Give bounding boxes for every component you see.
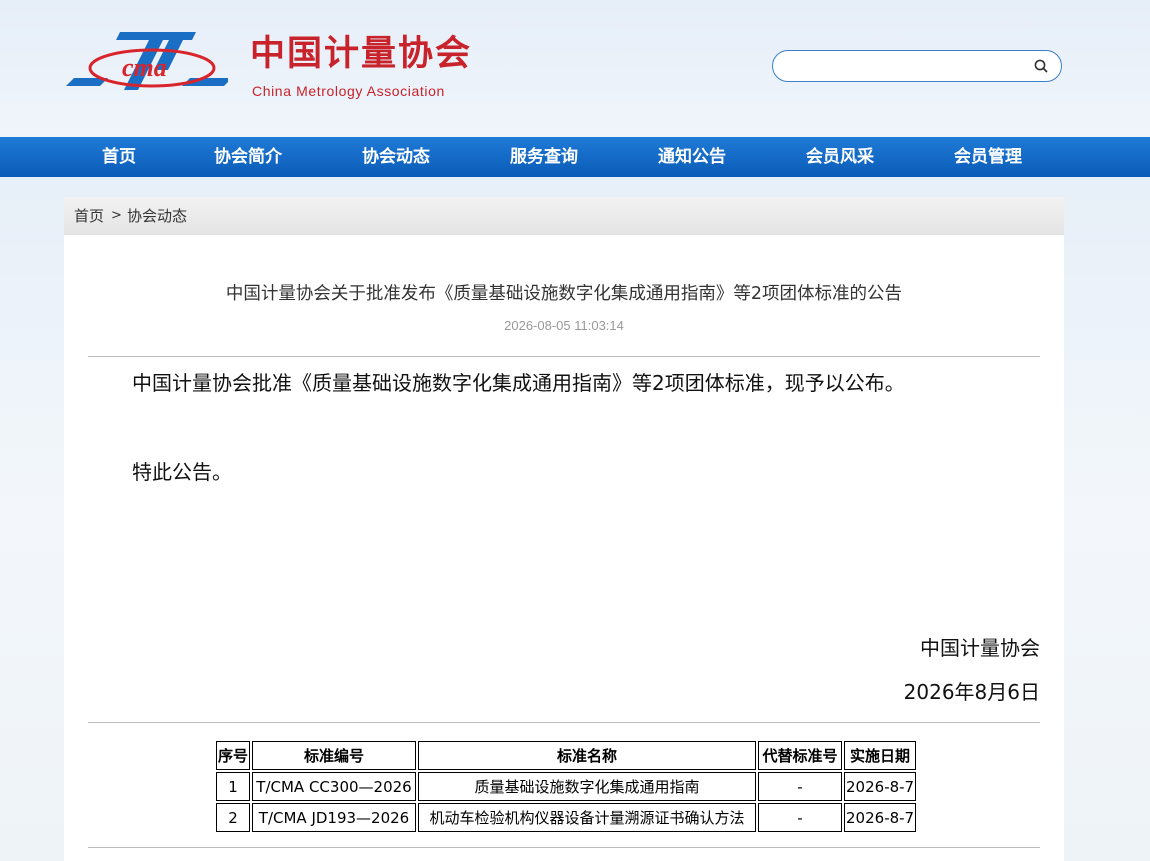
nav-item-members-showcase[interactable]: 会员风采 [806, 137, 874, 177]
nav-item-home[interactable]: 首页 [102, 137, 136, 177]
nav-item-notices[interactable]: 通知公告 [658, 137, 726, 177]
table-header-cell: 实施日期 [844, 741, 917, 770]
cma-logo[interactable]: cma [64, 30, 232, 100]
table-row: 1 T/CMA CC300—2026 质量基础设施数字化集成通用指南 - 202… [216, 772, 917, 801]
brand-name-en: China Metrology Association [252, 83, 445, 99]
brand-name-cn: 中国计量协会 [250, 34, 473, 74]
search-box[interactable] [772, 50, 1062, 82]
table-cell: 2026-8-7 [844, 803, 917, 832]
table-cell: 质量基础设施数字化集成通用指南 [418, 772, 757, 801]
table-header-cell: 序号 [216, 741, 251, 770]
main-nav: 首页 协会简介 协会动态 服务查询 通知公告 会员风采 会员管理 [0, 137, 1150, 177]
search-input[interactable] [787, 55, 1031, 79]
breadcrumb-separator: > [111, 208, 122, 223]
divider-top [88, 356, 1040, 357]
article-timestamp: 2026-08-05 11:03:14 [504, 318, 624, 333]
nav-item-news[interactable]: 协会动态 [362, 137, 430, 177]
table-header-cell: 标准名称 [418, 741, 757, 770]
table-cell: - [758, 772, 843, 801]
nav-item-member-management[interactable]: 会员管理 [954, 137, 1022, 177]
nav-item-services[interactable]: 服务查询 [510, 137, 578, 177]
breadcrumb: 首页 > 协会动态 [64, 197, 1064, 235]
article-title: 中国计量协会关于批准发布《质量基础设施数字化集成通用指南》等2项团体标准的公告 [225, 284, 903, 304]
divider-middle [88, 722, 1040, 723]
logo-graphic: cma [66, 32, 232, 90]
table-header-cell: 代替标准号 [758, 741, 843, 770]
table-cell: 2026-8-7 [844, 772, 917, 801]
nav-item-about[interactable]: 协会简介 [214, 137, 282, 177]
table-cell: T/CMA CC300—2026 [252, 772, 417, 801]
table-cell: 机动车检验机构仪器设备计量溯源证书确认方法 [418, 803, 757, 832]
table-header-cell: 标准编号 [252, 741, 417, 770]
signature-org: 中国计量协会 [920, 636, 1040, 660]
divider-bottom [88, 847, 1040, 848]
table-header-row: 序号 标准编号 标准名称 代替标准号 实施日期 [216, 741, 917, 770]
breadcrumb-home[interactable]: 首页 [74, 206, 104, 226]
breadcrumb-current[interactable]: 协会动态 [127, 206, 187, 226]
article-paragraph: 中国计量协会批准《质量基础设施数字化集成通用指南》等2项团体标准，现予以公布。 [132, 371, 905, 395]
signature-date: 2026年8月6日 [903, 680, 1040, 704]
standards-table: 序号 标准编号 标准名称 代替标准号 实施日期 1 T/CMA CC300—20… [214, 739, 918, 834]
logo-text: cma [122, 53, 167, 82]
table-row: 2 T/CMA JD193—2026 机动车检验机构仪器设备计量溯源证书确认方法… [216, 803, 917, 832]
site-header: cma 中国计量协会 China Metrology Association [0, 0, 1150, 137]
content-panel: 首页 > 协会动态 中国计量协会关于批准发布《质量基础设施数字化集成通用指南》等… [64, 197, 1064, 861]
article-paragraph: 特此公告。 [132, 460, 232, 484]
search-icon[interactable] [1033, 58, 1049, 74]
table-cell: T/CMA JD193—2026 [252, 803, 417, 832]
table-cell: 1 [216, 772, 251, 801]
table-cell: - [758, 803, 843, 832]
table-cell: 2 [216, 803, 251, 832]
